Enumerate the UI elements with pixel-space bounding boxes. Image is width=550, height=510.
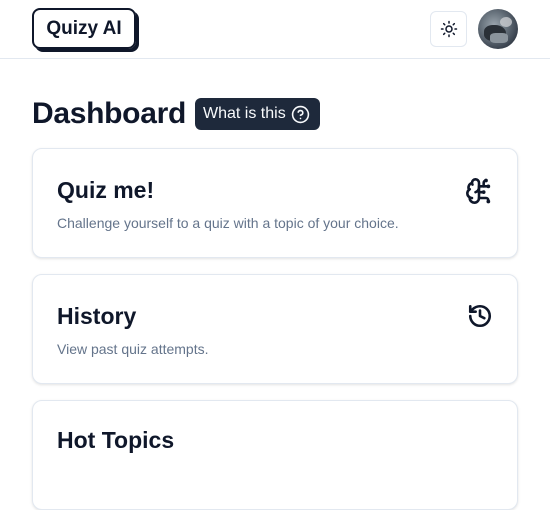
dashboard-header: Dashboard What is this (32, 96, 320, 132)
history-title: History (57, 303, 137, 329)
sun-icon (440, 20, 457, 38)
avatar-image-shape (490, 33, 508, 43)
quiz-me-description: Challenge yourself to a quiz with a topi… (57, 215, 399, 231)
history-card[interactable]: History View past quiz attempts. (32, 274, 518, 384)
avatar-image-shape (500, 17, 512, 27)
hot-topics-card[interactable]: Hot Topics (32, 400, 518, 510)
what-is-this-button[interactable]: What is this (195, 98, 320, 130)
brain-circuit-icon (465, 177, 493, 210)
top-navbar: Quizy AI (0, 0, 550, 59)
history-description: View past quiz attempts. (57, 341, 209, 357)
what-is-this-label: What is this (203, 105, 286, 122)
page-title: Dashboard (32, 97, 186, 130)
history-icon (467, 303, 493, 334)
logo-link[interactable]: Quizy AI (32, 8, 136, 49)
quiz-me-title: Quiz me! (57, 177, 155, 203)
user-avatar[interactable] (478, 9, 518, 49)
theme-toggle-button[interactable] (430, 11, 467, 47)
hot-topics-title: Hot Topics (57, 427, 175, 453)
help-circle-icon (291, 105, 309, 123)
quiz-me-card[interactable]: Quiz me! Challenge yourself to a quiz wi… (32, 148, 518, 258)
